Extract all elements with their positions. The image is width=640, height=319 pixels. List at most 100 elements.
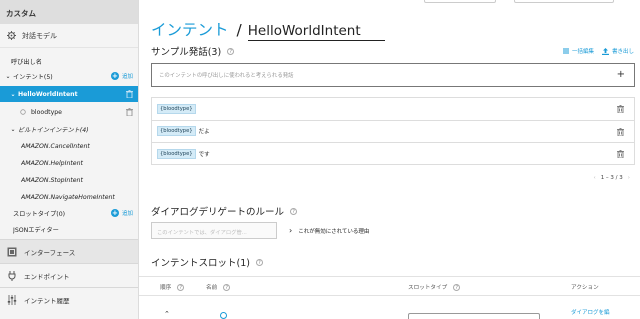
slot-type-select[interactable] [408,313,540,319]
help-icon[interactable]: ? [223,283,231,291]
model-gear-icon [7,31,16,40]
column-order: 順序 ? [160,283,185,291]
sidebar-item-interfaces[interactable]: インターフェース [0,239,138,263]
chevron-down-icon: ⌄ [10,125,16,133]
page-title: インテント / HelloWorldIntent [151,18,385,41]
sidebar-builtin-item-label: AMAZON.HelpIntent [21,159,83,167]
trash-icon[interactable] [617,105,624,113]
disabled-reason-label: これが無効にされている理由 [298,228,370,235]
slot-name-icon [220,312,227,319]
sidebar-builtin-item-label: AMAZON.NavigateHomeIntent [21,193,115,201]
export-link[interactable]: 書き出し [601,47,634,55]
prev-page-icon[interactable]: ‹ [593,175,595,181]
dialog-heading-label: ダイアログデリゲートのルール [151,207,285,218]
plug-icon [8,270,16,281]
slot-chip[interactable]: {bloodtype} [157,149,196,160]
chevron-right-icon: › [289,226,293,235]
sidebar-intents-label: インテント(5) [13,73,53,81]
sidebar: カスタム 対話モデル 呼び出し名 ⌄ インテント(5) + 追加 ⌄ Hello… [0,0,139,319]
utterance-list: {bloodtype} {bloodtype} だよ {bloodtype} で… [151,97,635,165]
slot-chip[interactable]: {bloodtype} [157,103,196,114]
export-label: 書き出し [611,49,634,55]
sidebar-item-interaction-model[interactable]: 対話モデル [0,24,138,48]
top-button-left[interactable] [424,0,496,3]
sidebar-item-stopintent[interactable]: AMAZON.StopIntent [0,172,138,188]
new-utterance-input[interactable]: このインテントの呼び出しに使われると考えられる発話 + [151,63,635,87]
add-slot-type-label: 追加 [121,211,133,217]
utterance-text: だよ [198,129,210,136]
column-name: 名前 ? [206,283,231,291]
add-slot-type-button[interactable]: + 追加 [110,209,133,217]
column-order-label: 順序 [160,285,172,291]
main-content: インテント / HelloWorldIntent サンプル発話(3) ? 一括編… [139,0,640,319]
pager-range: 1 – 3 / 3 [600,175,623,181]
sidebar-item-builtin-intents[interactable]: ⌄ ビルトインインテント(4) [0,121,138,137]
sidebar-item-helpintent[interactable]: AMAZON.HelpIntent [0,155,138,171]
upload-icon [601,47,609,55]
utterance-text: です [198,152,210,159]
dialog-delegation-heading: ダイアログデリゲートのルール ? [151,204,298,218]
plus-circle-icon: + [110,209,119,217]
plus-circle-icon: + [110,72,119,80]
slots-table-header: 順序 ? 名前 ? スロットタイプ ? アクション [139,276,640,296]
slot-chip[interactable]: {bloodtype} [157,126,196,137]
sidebar-item-intent-history[interactable]: インテント履歴 [0,287,138,311]
intent-name-field[interactable]: HelloWorldIntent [247,23,385,41]
sidebar-interfaces-label: インターフェース [24,248,76,257]
trash-icon[interactable] [126,90,133,98]
dialog-delegation-select[interactable]: このインテントでは、ダイアログ管... [151,222,277,239]
help-icon[interactable]: ? [290,207,298,215]
trash-icon[interactable] [617,127,624,136]
sidebar-bloodtype-label: bloodtype [31,108,62,116]
column-name-label: 名前 [206,285,218,291]
next-page-icon[interactable]: › [628,175,630,181]
sidebar-item-invocation[interactable]: 呼び出し名 [0,53,138,69]
help-icon[interactable]: ? [453,283,461,291]
sidebar-item-intents[interactable]: ⌄ インテント(5) + 追加 [0,68,138,84]
sidebar-item-slot-types[interactable]: スロットタイプ(0) + 追加 [0,205,138,221]
add-intent-label: 追加 [121,74,133,80]
help-icon[interactable]: ? [227,47,235,55]
chevron-down-icon: ⌄ [5,72,11,80]
sidebar-endpoint-label: エンドポイント [24,272,70,281]
sidebar-item-navigatehomeintent[interactable]: AMAZON.NavigateHomeIntent [0,189,138,205]
utterance-row[interactable]: {bloodtype} です [152,143,634,166]
sidebar-builtin-item-label: AMAZON.CancelIntent [21,142,90,150]
help-icon[interactable]: ? [255,258,263,266]
sidebar-item-helloworldintent[interactable]: ⌄ HelloWorldIntent [0,86,138,102]
intent-slots-heading: インテントスロット(1) ? [151,255,263,269]
column-action-label: アクション [571,285,599,291]
utterance-placeholder: このインテントの呼び出しに使われると考えられる発話 [159,73,294,79]
sidebar-item-endpoint[interactable]: エンドポイント [0,263,138,287]
sliders-icon [7,294,17,305]
sidebar-invocation-label: 呼び出し名 [11,58,42,66]
chevron-down-icon: ⌄ [10,90,16,98]
edit-dialog-link[interactable]: ダイアログを編 [571,308,610,316]
drag-handle-icon[interactable]: ⌃ [164,310,170,318]
slot-icon [20,109,26,115]
sample-heading-label: サンプル発話(3) [151,47,222,58]
title-separator: / [236,21,242,39]
sidebar-json-label: JSONエディター [13,226,59,234]
disabled-reason-toggle[interactable]: › これが無効にされている理由 [289,226,369,235]
add-intent-button[interactable]: + 追加 [110,72,133,80]
column-slot-type-label: スロットタイプ [408,285,448,291]
top-button-right[interactable] [514,0,614,3]
sidebar-item-bloodtype-slot[interactable]: bloodtype [0,104,138,120]
table-row: ⌃ ダイアログを編 [139,296,640,319]
utterance-row[interactable]: {bloodtype} だよ [152,121,634,144]
trash-icon[interactable] [126,108,133,116]
interfaces-icon [7,247,17,256]
bulk-edit-label: 一括編集 [571,49,594,55]
sidebar-item-json-editor[interactable]: JSONエディター [0,221,138,237]
bulk-edit-link[interactable]: 一括編集 [562,47,594,55]
add-utterance-plus-icon[interactable]: + [617,69,625,80]
utterance-row[interactable]: {bloodtype} [152,98,634,121]
sample-utterances-heading: サンプル発話(3) ? [151,44,235,58]
column-action: アクション [571,283,599,291]
utterance-actions: 一括編集 書き出し [562,47,634,55]
trash-icon[interactable] [617,150,624,159]
help-icon[interactable]: ? [177,283,185,291]
sidebar-item-cancelintent[interactable]: AMAZON.CancelIntent [0,138,138,154]
sidebar-history-label: インテント履歴 [24,296,70,305]
